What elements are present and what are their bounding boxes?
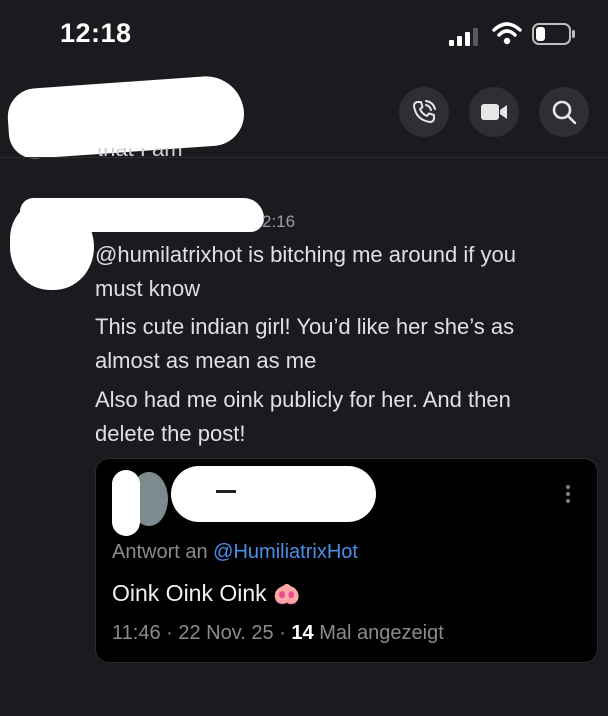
reply-to-line: Antwort an @HumiliatrixHot: [112, 541, 358, 564]
signal-icon: [449, 28, 478, 46]
redacted-embed-avatar-overlay: [112, 470, 140, 536]
vertical-dots-icon[interactable]: [564, 484, 572, 504]
search-button[interactable]: [539, 87, 589, 137]
embedded-post-text: Oink Oink Oink 🐽: [112, 580, 300, 607]
message-line: must know: [95, 276, 201, 301]
video-call-button[interactable]: [469, 87, 519, 137]
video-camera-icon: [481, 104, 507, 120]
post-text: Oink Oink Oink: [112, 580, 267, 606]
post-date: 22 Nov. 25: [178, 622, 274, 644]
post-time: 11:46: [112, 622, 161, 644]
view-count: 14: [291, 622, 314, 644]
post-metadata: 11:46 · 22 Nov. 25 · 14 Mal angezeigt: [112, 622, 444, 645]
reply-prefix: Antwort an: [112, 541, 208, 563]
message-line: This cute indian girl! You’d like her sh…: [95, 314, 515, 339]
view-count-label: Mal angezeigt: [319, 622, 444, 644]
redacted-username: [20, 198, 264, 232]
message-timestamp: 2:16: [262, 212, 296, 231]
previous-message-clipped: that I am: [97, 148, 217, 166]
meta-separator: ·: [166, 622, 173, 644]
redacted-embed-author: [171, 466, 376, 522]
previous-message-text: that I am: [97, 148, 183, 161]
meta-separator: ·: [279, 622, 286, 644]
redaction-mark: [216, 490, 236, 493]
reply-mention-link[interactable]: @HumiliatrixHot: [213, 541, 358, 563]
header-divider: [0, 157, 608, 158]
message-line: delete the post!: [95, 421, 246, 446]
pig-nose-emoji: 🐽: [273, 581, 301, 606]
message-line: almost as mean as me: [95, 348, 317, 373]
battery-icon: [532, 23, 575, 45]
wifi-icon: [492, 22, 522, 45]
status-time: 12:18: [60, 18, 132, 48]
search-icon: [552, 100, 577, 125]
call-button[interactable]: [399, 87, 449, 137]
message-line: @humilatrixhot is bitching me around if …: [95, 242, 516, 267]
phone-call-icon: [413, 100, 436, 123]
message-line: Also had me oink publicly for her. And t…: [95, 387, 511, 412]
